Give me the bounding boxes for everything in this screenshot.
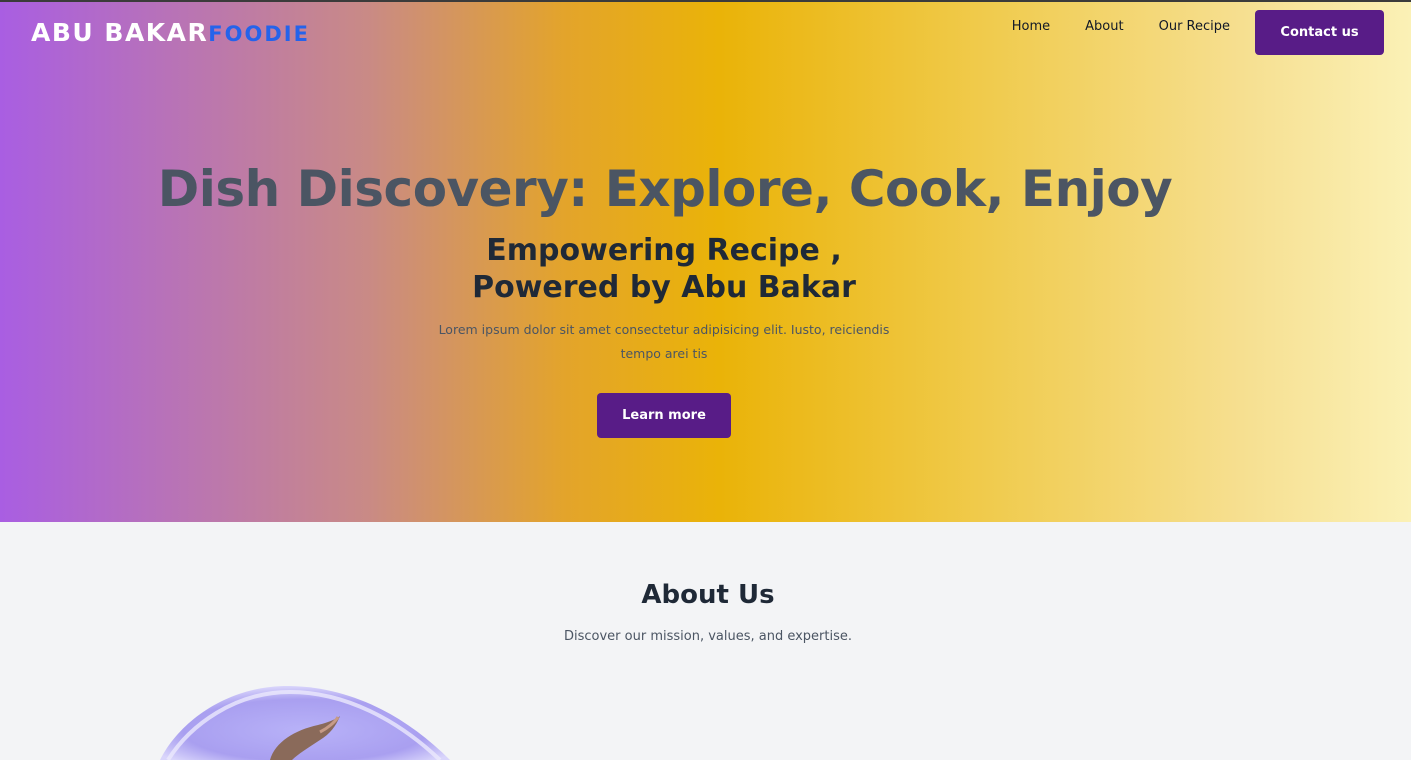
hero-subtitle: Empowering Recipe , Powered by Abu Bakar [472, 233, 856, 305]
hero-title: Dish Discovery: Explore, Cook, Enjoy [157, 160, 1173, 218]
nav-link-about[interactable]: About [1085, 19, 1123, 34]
nav-link-our-recipe[interactable]: Our Recipe [1159, 19, 1230, 34]
food-bowl-image [160, 680, 480, 760]
about-title: About Us [641, 580, 775, 610]
contact-us-button[interactable]: Contact us [1255, 10, 1384, 55]
logo-main-text: ABU BAKAR [31, 18, 209, 47]
main-nav: Home About Our Recipe Contact us [1012, 10, 1384, 55]
brand-logo[interactable]: ABU BAKAR FOODIE [31, 18, 310, 47]
hero-section: ABU BAKAR FOODIE Home About Our Recipe Co… [0, 0, 1411, 522]
hero-description: Lorem ipsum dolor sit amet consectetur a… [438, 322, 890, 361]
logo-accent-text: FOODIE [208, 22, 310, 46]
about-subtitle: Discover our mission, values, and expert… [563, 629, 853, 644]
learn-more-button[interactable]: Learn more [597, 393, 731, 438]
nav-link-home[interactable]: Home [1012, 19, 1050, 34]
